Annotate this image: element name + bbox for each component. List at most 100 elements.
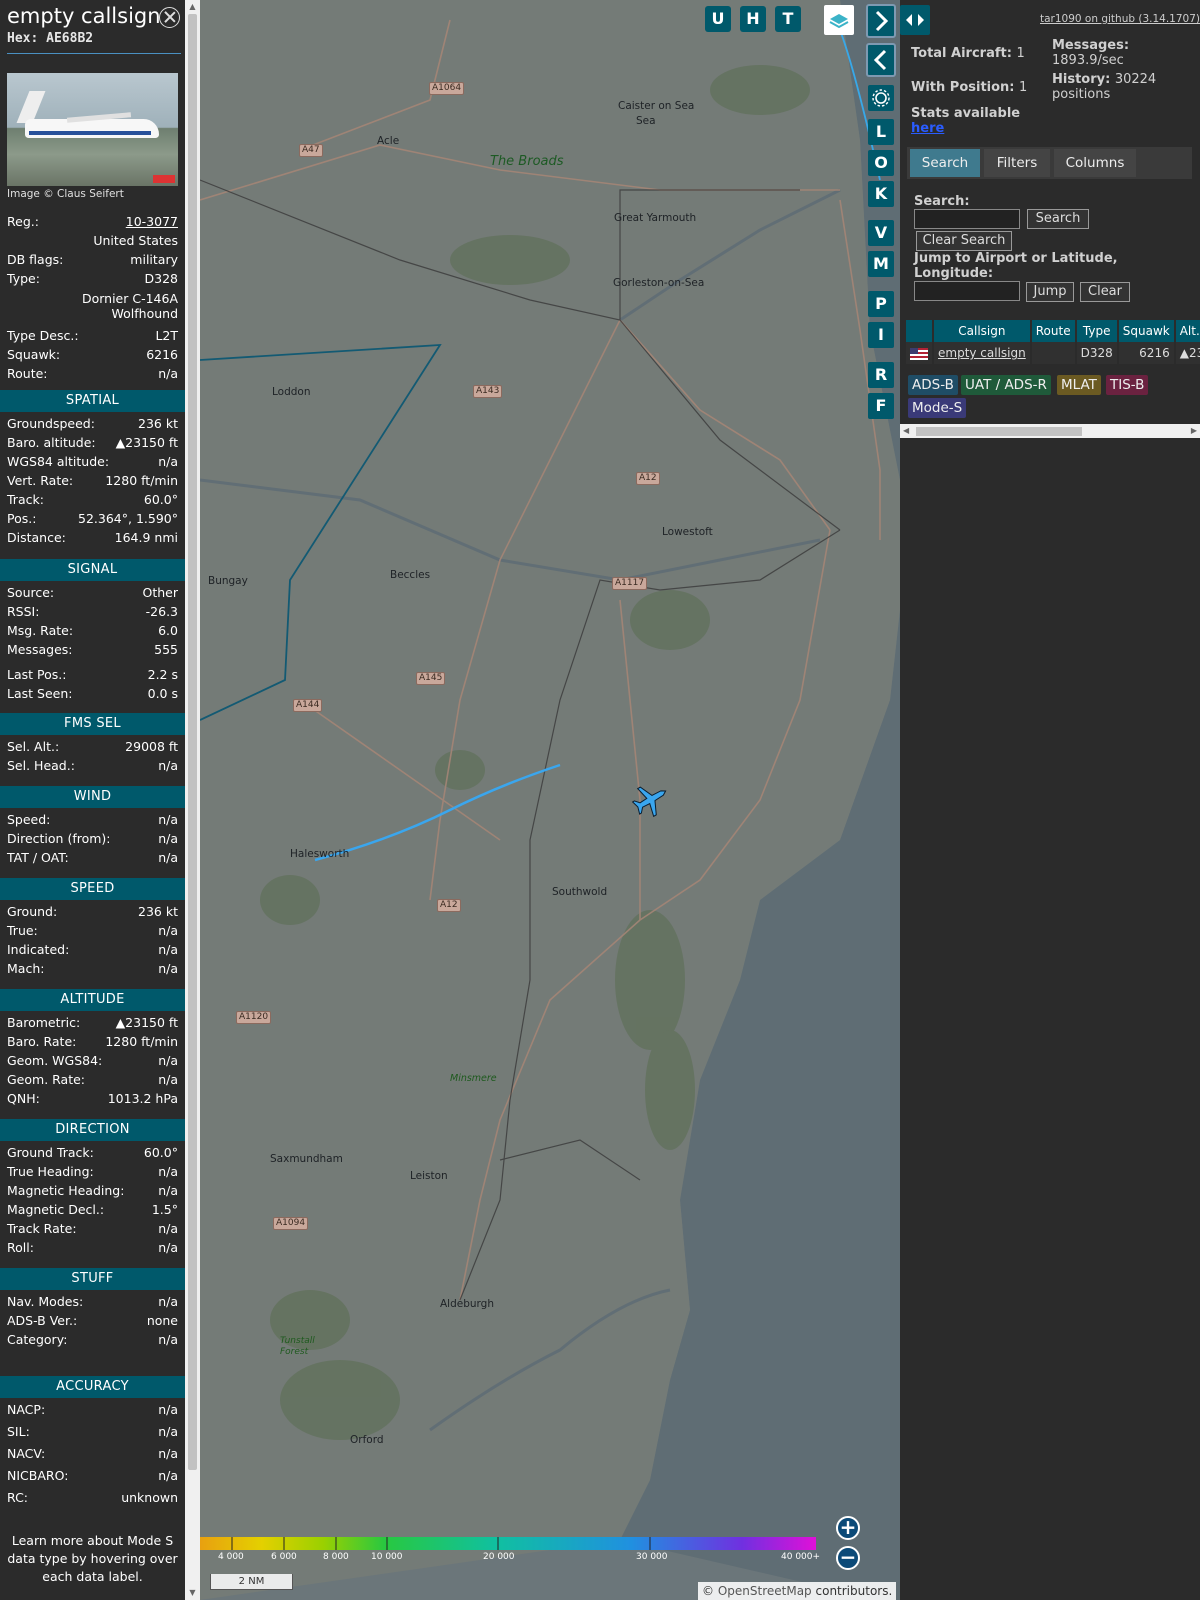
toggle-h-button[interactable]: H: [740, 6, 766, 32]
side-button-r[interactable]: R: [868, 362, 894, 388]
scrollbar-thumb[interactable]: [916, 427, 1082, 436]
table-horizontal-scrollbar[interactable]: ◀ ▶: [900, 424, 1200, 438]
col-header-type[interactable]: Type: [1075, 320, 1119, 342]
info-label[interactable]: TAT / OAT:: [7, 849, 69, 867]
close-icon[interactable]: [159, 7, 180, 28]
scroll-left-icon[interactable]: ◀: [903, 424, 909, 438]
scroll-up-icon[interactable]: ▲: [185, 0, 200, 14]
toggle-t-button[interactable]: T: [775, 6, 801, 32]
section-stuff[interactable]: STUFF: [0, 1268, 185, 1290]
jump-input[interactable]: [914, 281, 1020, 301]
section-signal[interactable]: SIGNAL: [0, 559, 185, 581]
info-label[interactable]: Ground Track:: [7, 1144, 94, 1162]
next-aircraft-button[interactable]: [866, 4, 896, 38]
info-label[interactable]: Geom. Rate:: [7, 1071, 85, 1089]
side-button-o[interactable]: O: [868, 150, 894, 176]
registration-link[interactable]: 10-3077: [126, 213, 178, 231]
col-header-route[interactable]: Route: [1030, 320, 1077, 342]
side-button-m[interactable]: M: [868, 251, 894, 277]
source-badge-mlat[interactable]: MLAT: [1057, 375, 1101, 395]
info-label[interactable]: Last Seen:: [7, 685, 72, 703]
zoom-out-icon[interactable]: −: [836, 1546, 860, 1570]
source-badge-uat[interactable]: UAT / ADS-R: [961, 375, 1051, 395]
section-speed[interactable]: SPEED: [0, 878, 185, 900]
tab-search[interactable]: Search: [910, 149, 980, 177]
info-label[interactable]: Barometric:: [7, 1014, 80, 1032]
info-label[interactable]: Indicated:: [7, 941, 69, 959]
info-label[interactable]: WGS84 altitude:: [7, 453, 109, 471]
github-link[interactable]: tar1090 on github (3.14.1707): [1040, 13, 1200, 25]
info-label[interactable]: SIL:: [7, 1423, 30, 1441]
info-label[interactable]: Track:: [7, 491, 44, 509]
info-label[interactable]: Groundspeed:: [7, 415, 95, 433]
info-label[interactable]: Category:: [7, 1331, 67, 1349]
info-label[interactable]: NACP:: [7, 1401, 45, 1419]
source-badge-adsb[interactable]: ADS-B: [908, 375, 958, 395]
clear-button[interactable]: Clear: [1080, 282, 1130, 302]
section-fms[interactable]: FMS SEL: [0, 713, 185, 735]
info-label[interactable]: Distance:: [7, 529, 66, 547]
settings-button[interactable]: [868, 85, 894, 111]
aircraft-photo[interactable]: [7, 73, 178, 186]
info-label[interactable]: Messages:: [7, 641, 73, 659]
info-label[interactable]: True Heading:: [7, 1163, 94, 1181]
scrollbar-thumb[interactable]: [188, 14, 197, 1470]
osm-link[interactable]: OpenStreetMap: [718, 1584, 812, 1598]
info-label[interactable]: Roll:: [7, 1239, 34, 1257]
table-row[interactable]: empty callsign D328 6216 ▲231: [906, 342, 1200, 364]
info-label[interactable]: Vert. Rate:: [7, 472, 73, 490]
info-label[interactable]: True:: [7, 922, 38, 940]
info-label[interactable]: NICBARO:: [7, 1467, 68, 1485]
info-label[interactable]: NACV:: [7, 1445, 45, 1463]
tab-columns[interactable]: Columns: [1054, 149, 1136, 177]
section-wind[interactable]: WIND: [0, 786, 185, 808]
scroll-down-icon[interactable]: ▼: [185, 1586, 200, 1600]
search-input[interactable]: [914, 209, 1020, 229]
info-label[interactable]: RC:: [7, 1489, 28, 1507]
info-label[interactable]: Track Rate:: [7, 1220, 77, 1238]
info-label[interactable]: ADS-B Ver.:: [7, 1312, 77, 1330]
info-label[interactable]: Direction (from):: [7, 830, 111, 848]
side-button-k[interactable]: K: [868, 181, 894, 207]
source-badge-tisb[interactable]: TIS-B: [1106, 375, 1149, 395]
col-header-flag[interactable]: [906, 320, 934, 342]
info-label[interactable]: Ground:: [7, 903, 57, 921]
info-panel-scrollbar[interactable]: ▲ ▼: [185, 0, 200, 1600]
info-label[interactable]: Magnetic Heading:: [7, 1182, 124, 1200]
col-header-altitude[interactable]: Alt. (f: [1174, 320, 1200, 342]
layers-button[interactable]: [824, 5, 854, 35]
info-label[interactable]: RSSI:: [7, 603, 39, 621]
search-button[interactable]: Search: [1027, 209, 1089, 229]
cell-callsign[interactable]: empty callsign: [933, 342, 1032, 364]
source-badge-modes[interactable]: Mode-S: [908, 398, 967, 418]
side-button-p[interactable]: P: [868, 291, 894, 317]
zoom-in-icon[interactable]: +: [836, 1516, 860, 1540]
map-view[interactable]: Acle Caister on Sea Sea Great Yarmouth G…: [200, 0, 900, 1600]
side-button-l[interactable]: L: [868, 119, 894, 145]
toggle-u-button[interactable]: U: [705, 6, 731, 32]
info-label[interactable]: Baro. altitude:: [7, 434, 96, 452]
jump-button[interactable]: Jump: [1026, 282, 1074, 302]
section-altitude[interactable]: ALTITUDE: [0, 989, 185, 1011]
info-label[interactable]: Geom. WGS84:: [7, 1052, 102, 1070]
panel-toggle-button[interactable]: [900, 5, 930, 35]
col-header-callsign[interactable]: Callsign: [933, 320, 1032, 342]
scroll-right-icon[interactable]: ▶: [1191, 424, 1197, 438]
info-label[interactable]: Source:: [7, 584, 54, 602]
section-direction[interactable]: DIRECTION: [0, 1119, 185, 1141]
info-label[interactable]: Mach:: [7, 960, 44, 978]
info-label[interactable]: Magnetic Decl.:: [7, 1201, 104, 1219]
info-label[interactable]: QNH:: [7, 1090, 40, 1108]
info-label[interactable]: Sel. Alt.:: [7, 738, 59, 756]
section-accuracy[interactable]: ACCURACY: [0, 1376, 185, 1398]
section-spatial[interactable]: SPATIAL: [0, 390, 185, 412]
info-label[interactable]: Last Pos.:: [7, 666, 66, 684]
tab-filters[interactable]: Filters: [984, 149, 1050, 177]
info-label[interactable]: Speed:: [7, 811, 50, 829]
clear-search-button[interactable]: Clear Search: [916, 231, 1012, 251]
side-button-f[interactable]: F: [868, 393, 894, 419]
info-label[interactable]: Msg. Rate:: [7, 622, 73, 640]
info-label[interactable]: Pos.:: [7, 510, 36, 528]
prev-aircraft-button[interactable]: [866, 43, 896, 77]
side-button-v[interactable]: V: [868, 220, 894, 246]
